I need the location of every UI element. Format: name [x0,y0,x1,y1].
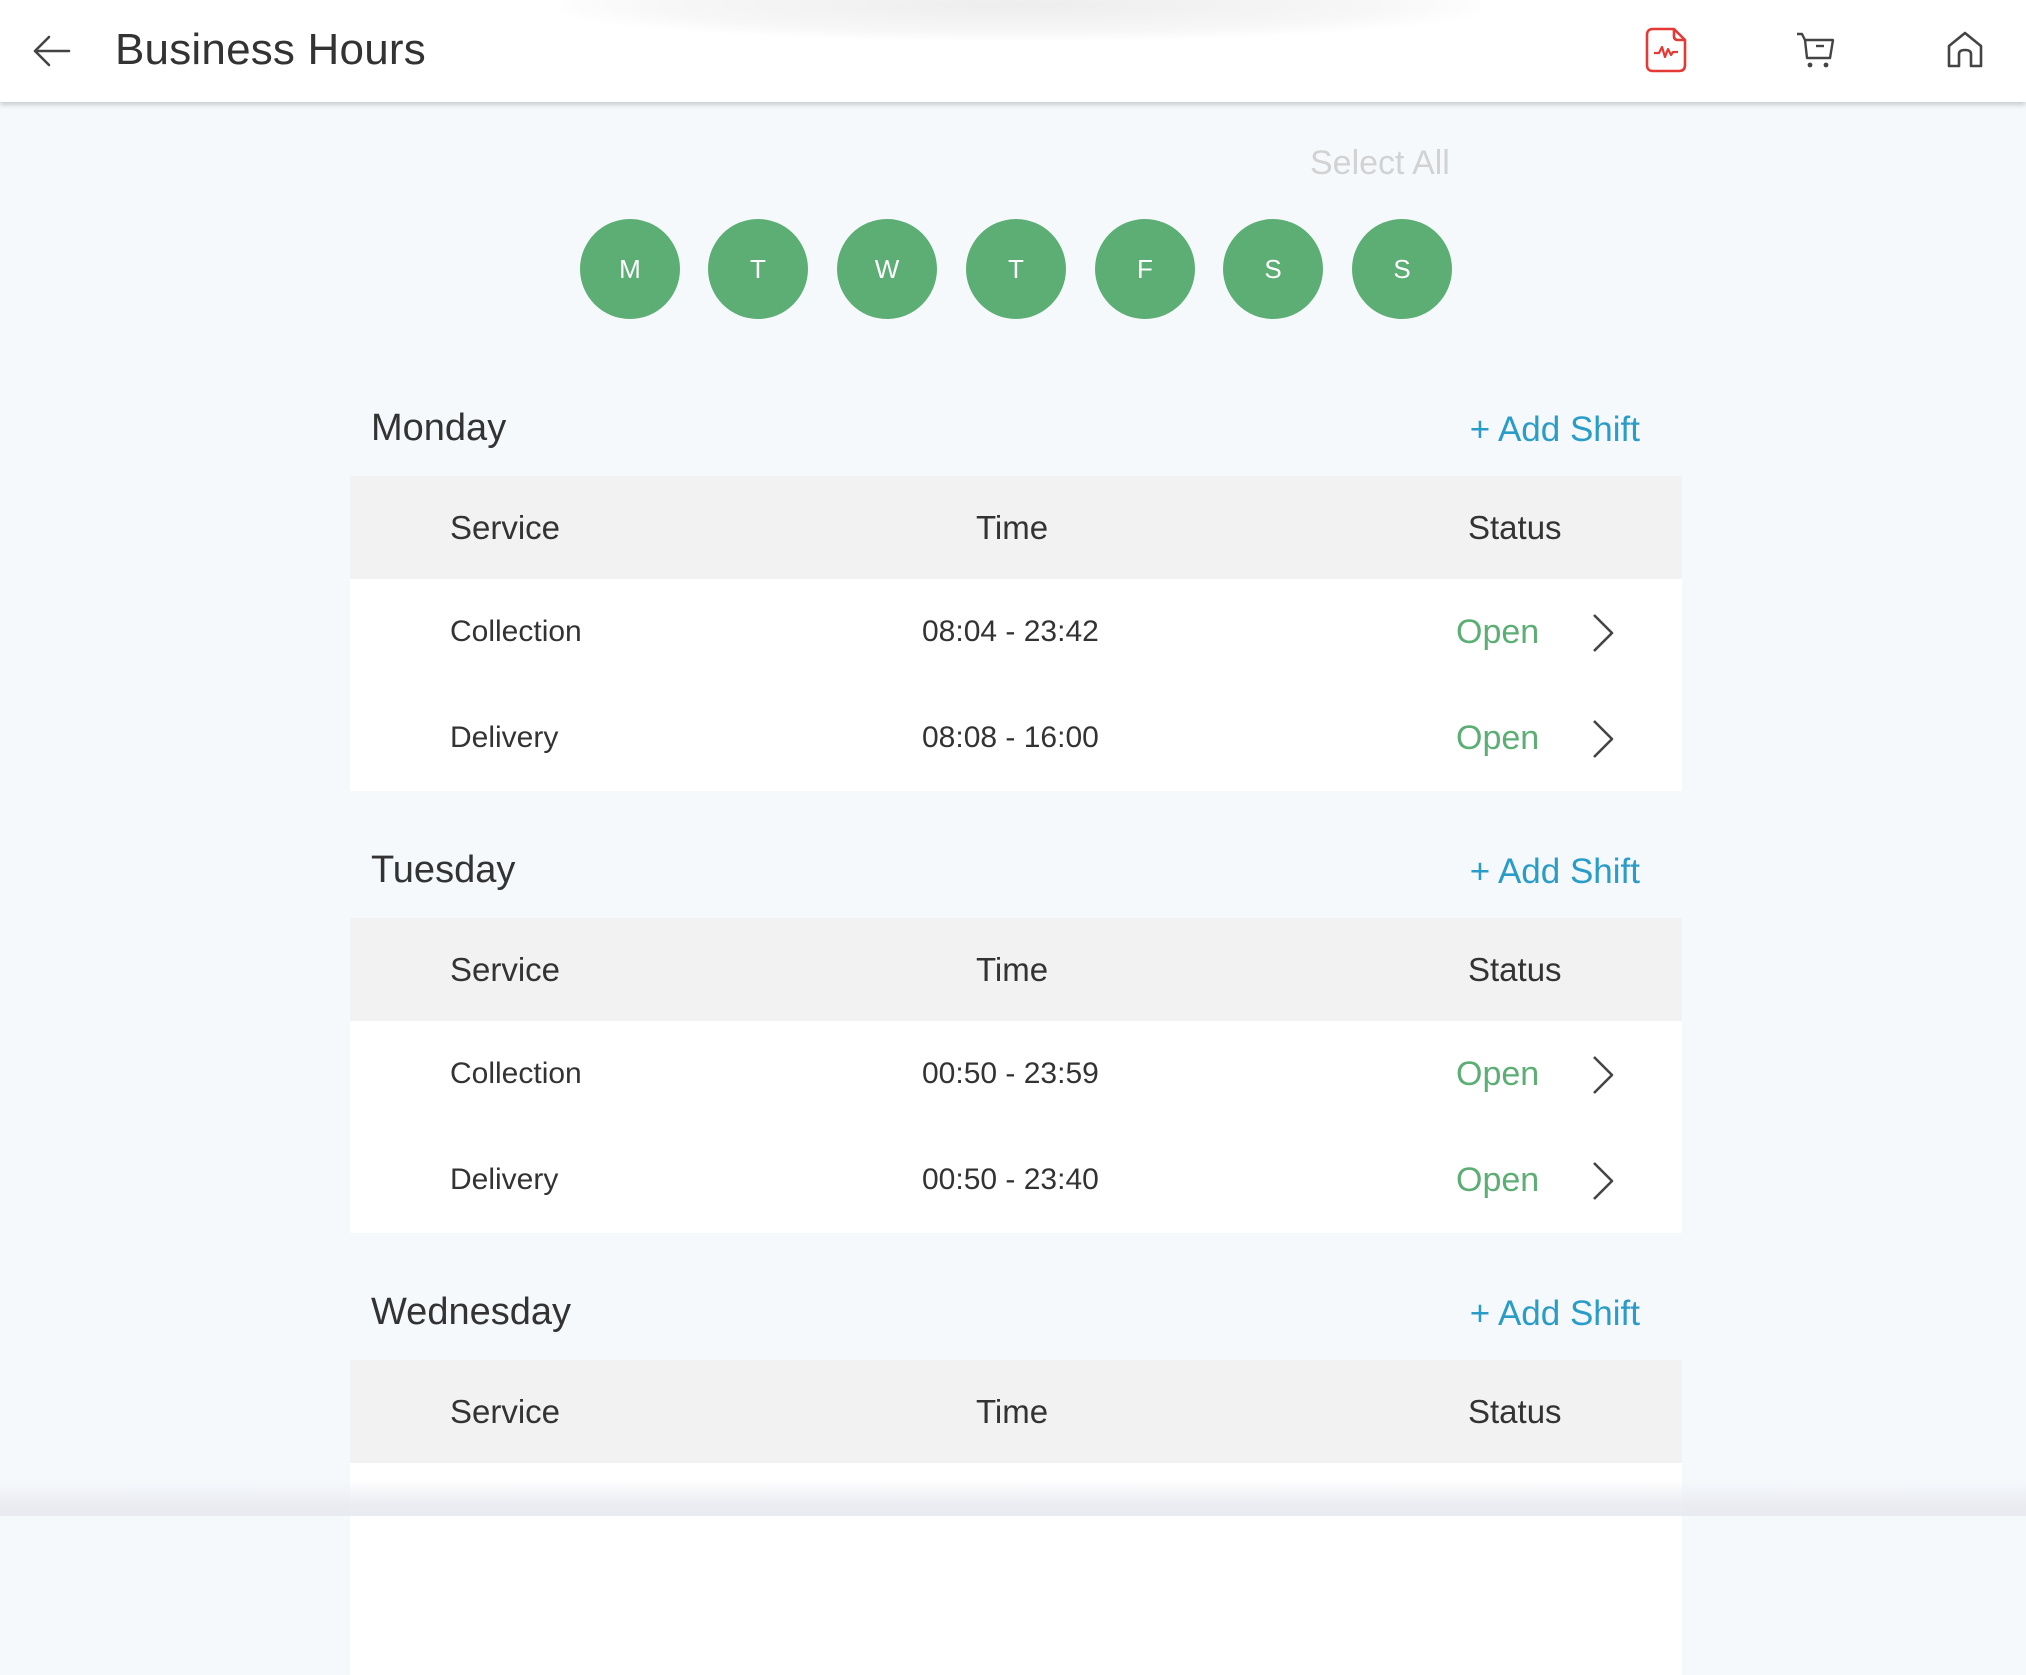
page-title: Business Hours [115,25,426,74]
day-toggle-thursday[interactable]: T [966,219,1066,319]
day-toggle-friday[interactable]: F [1095,219,1195,319]
column-header-service: Service [450,509,561,546]
cart-icon [1797,32,1835,68]
day-toggle-sunday[interactable]: S [1352,219,1452,319]
service-cell: Delivery [450,1163,559,1196]
day-toggle-saturday[interactable]: S [1223,219,1323,319]
service-cell: Delivery [450,721,559,754]
day-section-monday: Monday + Add Shift Service Time Status C… [350,404,1682,794]
column-header-time: Time [976,509,1049,546]
toast-shadow [560,0,1480,40]
home-button[interactable] [1939,24,1991,76]
section-title: Monday [371,407,507,449]
add-shift-button[interactable]: + Add Shift [1470,1290,1640,1338]
column-header-time: Time [976,1393,1049,1430]
table-row[interactable]: Delivery 08:08 - 16:00 Open [350,685,1682,791]
service-cell: Collection [450,615,582,648]
chevron-right-icon [1593,1056,1614,1094]
column-header-service: Service [450,951,561,988]
add-shift-button[interactable]: + Add Shift [1470,406,1640,454]
section-title: Tuesday [371,849,516,891]
day-selector: M T W T F S S [580,219,1460,319]
table-header: Service Time Status [350,476,1682,579]
day-toggle-monday[interactable]: M [580,219,680,319]
table-body: Collection 00:50 - 23:59 Open Delivery 0… [350,1021,1682,1233]
service-cell: Collection [450,1057,582,1090]
chevron-right-icon [1593,614,1614,652]
day-toggle-tuesday[interactable]: T [708,219,808,319]
time-cell: 00:50 - 23:40 [922,1163,1099,1196]
status-cell: Open [1456,719,1540,757]
back-button[interactable] [26,26,76,76]
scroll-fade [0,1480,2026,1516]
chevron-right-icon [1593,720,1614,758]
day-toggle-wednesday[interactable]: W [837,219,937,319]
day-section-tuesday: Tuesday + Add Shift Service Time Status … [350,846,1682,1236]
table-header: Service Time Status [350,918,1682,1021]
status-cell: Open [1456,1055,1540,1093]
table-header: Service Time Status [350,1360,1682,1463]
column-header-service: Service [450,1393,561,1430]
table-row[interactable]: Collection 08:04 - 23:42 Open [350,579,1682,685]
status-cell: Open [1456,1161,1540,1199]
add-shift-button[interactable]: + Add Shift [1470,848,1640,896]
time-cell: 08:04 - 23:42 [922,615,1099,648]
arrow-left-icon [33,35,71,67]
report-button[interactable] [1640,24,1692,76]
section-title: Wednesday [371,1291,571,1333]
time-cell: 00:50 - 23:59 [922,1057,1099,1090]
chevron-right-icon [1593,1162,1614,1200]
table-body: Collection 08:04 - 23:42 Open Delivery 0… [350,579,1682,791]
column-header-status: Status [1468,1393,1562,1430]
select-all-button[interactable]: Select All [1310,144,1450,183]
column-header-status: Status [1468,951,1562,988]
status-cell: Open [1456,613,1540,651]
column-header-status: Status [1468,509,1562,546]
column-header-time: Time [976,951,1049,988]
cart-button[interactable] [1790,24,1842,76]
time-cell: 08:08 - 16:00 [922,721,1099,754]
home-icon [1947,31,1983,68]
table-row[interactable]: Collection 00:50 - 23:59 Open [350,1021,1682,1127]
table-row[interactable]: Delivery 00:50 - 23:40 Open [350,1127,1682,1233]
report-file-icon [1645,27,1687,73]
